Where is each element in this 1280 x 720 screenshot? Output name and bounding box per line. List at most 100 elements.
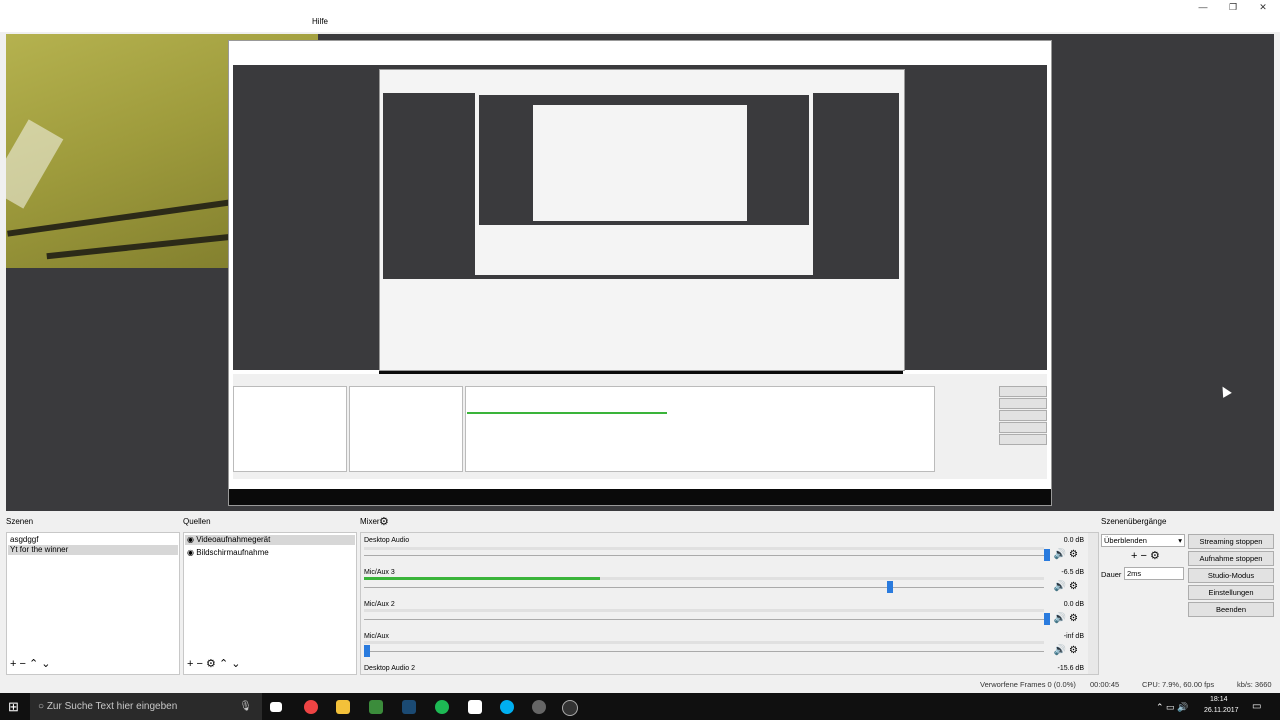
channel-name: Mic/Aux 2 — [364, 601, 395, 608]
gear-icon[interactable]: ⚙ — [1069, 645, 1078, 656]
gear-icon[interactable]: ⚙ — [1069, 613, 1078, 624]
scenes-list[interactable]: asgdggf Yt for the winner — [6, 532, 180, 675]
clock-time: 18:14 — [1210, 696, 1228, 703]
elapsed-time: 00:00:45 — [1090, 680, 1120, 689]
chrome-icon[interactable] — [304, 700, 318, 714]
speaker-icon[interactable]: 🔊 — [1054, 549, 1066, 560]
gear-icon[interactable]: ⚙ — [1069, 581, 1078, 592]
chevron-down-icon: ▾ — [1178, 536, 1182, 545]
maximize-icon[interactable]: ❐ — [1218, 0, 1248, 14]
volume-slider[interactable] — [364, 651, 1044, 652]
volume-slider[interactable] — [364, 555, 1044, 556]
taskbar-search[interactable]: ○ Zur Suche Text hier eingeben 🎙 — [30, 693, 262, 720]
close-icon[interactable]: ✕ — [1248, 0, 1278, 14]
inner-dock — [233, 374, 1047, 479]
audio-mixer: Desktop Audio 0.0 dB 🔊 ⚙ Mic/Aux 3 -6.5 … — [360, 532, 1099, 675]
minimize-icon[interactable]: — — [1188, 0, 1218, 14]
gear-icon[interactable]: ⚙ — [1069, 549, 1078, 560]
inner-taskbar — [229, 489, 1051, 505]
dropped-frames: Verworfene Frames 0 (0.0%) — [980, 680, 1076, 689]
volume-slider[interactable] — [364, 587, 1044, 588]
scenes-toolbar: + − ⌃ ⌄ — [10, 657, 51, 671]
screen-capture-source — [228, 40, 1052, 506]
remove-icon[interactable]: − — [20, 658, 26, 670]
notification-icon[interactable]: ▭ — [1252, 701, 1261, 712]
microphone-icon[interactable]: 🎙 — [239, 693, 252, 720]
settings-button[interactable]: Einstellungen — [1188, 585, 1274, 600]
add-icon[interactable]: + — [1131, 550, 1137, 562]
volume-knob[interactable] — [1044, 613, 1050, 625]
move-up-icon[interactable]: ⌃ — [29, 658, 38, 670]
exit-button[interactable]: Beenden — [1188, 602, 1274, 617]
transition-select[interactable]: Überblenden ▾ — [1101, 534, 1185, 547]
volume-meter — [364, 547, 1044, 550]
add-icon[interactable]: + — [10, 658, 16, 670]
volume-meter — [364, 641, 1044, 644]
speaker-icon[interactable]: 🔊 — [1054, 613, 1066, 624]
channel-db: 0.0 dB — [1063, 537, 1084, 544]
mixer-title: Mixer — [360, 517, 380, 526]
channel-name: Desktop Audio 2 — [364, 665, 415, 672]
meter-level — [364, 577, 600, 580]
speaker-icon[interactable]: 🔊 — [1054, 645, 1066, 656]
obs-icon[interactable] — [562, 700, 578, 716]
task-view-icon[interactable] — [270, 702, 282, 712]
taskbar: ⊞ ○ Zur Suche Text hier eingeben 🎙 ⌃ ▭ 🔊… — [0, 693, 1280, 720]
clock-date: 26.11.2017 — [1204, 707, 1239, 714]
remove-icon[interactable]: − — [197, 658, 203, 670]
channel-name: Mic/Aux — [364, 633, 389, 640]
sources-list[interactable]: ◉ Videoaufnahmegerät ◉ Bildschirmaufnahm… — [183, 532, 357, 675]
add-icon[interactable]: + — [187, 658, 193, 670]
transitions-title: Szenenübergänge — [1101, 517, 1167, 526]
duration-input[interactable]: 2ms — [1124, 567, 1184, 580]
skype-icon[interactable] — [500, 700, 514, 714]
volume-knob[interactable] — [364, 645, 370, 657]
source-item-selected[interactable]: ◉ Videoaufnahmegerät — [185, 535, 355, 545]
menu-bar: Hilfe — [0, 14, 1280, 32]
channel-name: Desktop Audio — [364, 537, 410, 544]
channel-db: -6.5 dB — [1061, 569, 1084, 576]
mixer-gear-icon[interactable]: ⚙ — [379, 515, 389, 528]
gear-icon[interactable]: ⚙ — [206, 658, 216, 670]
recording-button[interactable]: Aufnahme stoppen — [1188, 551, 1274, 566]
streaming-button[interactable]: Streaming stoppen — [1188, 534, 1274, 549]
duration-label: Dauer — [1101, 570, 1122, 579]
channel-db: -15.6 dB — [1057, 665, 1084, 672]
scene-item[interactable]: asgdggf — [8, 535, 178, 545]
mixer-scrollbar[interactable] — [1088, 533, 1098, 674]
search-icon: ○ — [38, 701, 45, 712]
volume-knob[interactable] — [887, 581, 893, 593]
menu-help[interactable]: Hilfe — [312, 17, 328, 26]
studio-mode-button[interactable]: Studio-Modus — [1188, 568, 1274, 583]
tray-icons[interactable]: ⌃ ▭ 🔊 — [1156, 702, 1188, 713]
sources-title: Quellen — [183, 517, 211, 526]
volume-slider[interactable] — [364, 619, 1044, 620]
speaker-icon[interactable]: 🔊 — [1054, 581, 1066, 592]
mail-icon[interactable] — [468, 700, 482, 714]
remove-icon[interactable]: − — [1141, 550, 1147, 562]
move-down-icon[interactable]: ⌄ — [41, 658, 50, 670]
app-icon[interactable] — [369, 700, 383, 714]
app-icon-2[interactable] — [532, 700, 546, 714]
eye-icon[interactable]: ◉ — [187, 535, 194, 544]
channel-db: -inf dB — [1063, 633, 1084, 640]
volume-meter — [364, 577, 1044, 580]
scenes-title: Szenen — [6, 517, 34, 526]
eye-icon[interactable]: ◉ — [187, 548, 194, 557]
cpu-fps: CPU: 7.9%, 60.00 fps — [1142, 680, 1215, 689]
bitrate: kb/s: 3660 — [1237, 680, 1272, 689]
volume-knob[interactable] — [1044, 549, 1050, 561]
volume-meter — [364, 609, 1044, 612]
spotify-icon[interactable] — [435, 700, 449, 714]
source-item[interactable]: ◉ Bildschirmaufnahme — [185, 548, 355, 558]
move-up-icon[interactable]: ⌃ — [219, 658, 228, 670]
channel-name: Mic/Aux 3 — [364, 569, 395, 576]
inner-preview — [233, 65, 1047, 383]
move-down-icon[interactable]: ⌄ — [231, 658, 240, 670]
steam-icon[interactable] — [402, 700, 416, 714]
file-explorer-icon[interactable] — [336, 700, 350, 714]
windows-start-icon[interactable]: ⊞ — [8, 699, 19, 715]
channel-db: 0.0 dB — [1063, 601, 1084, 608]
scene-item-selected[interactable]: Yt for the winner — [8, 545, 178, 555]
gear-icon[interactable]: ⚙ — [1150, 550, 1160, 562]
